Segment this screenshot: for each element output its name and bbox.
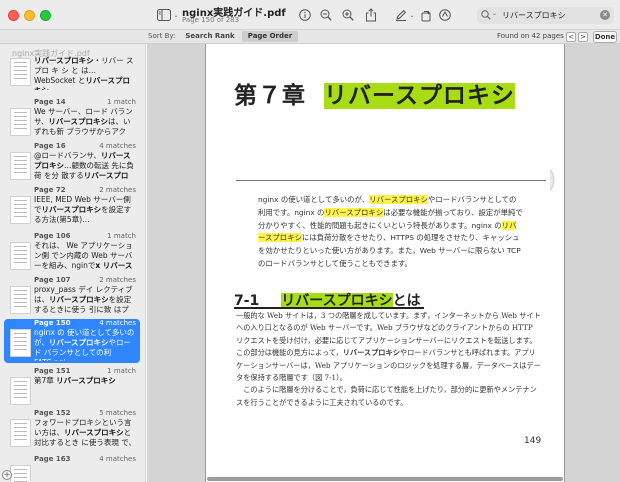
result-snippet: フォワードプロキシという言い方は、リバースプロキシと対比するとき に使う表現 で… xyxy=(34,418,136,447)
result-match-count: 5 matches xyxy=(99,409,136,417)
result-match-count: 2 matches xyxy=(99,186,136,194)
result-match-count: 2 matches xyxy=(99,276,136,284)
result-page-label: Page 14 xyxy=(34,98,66,106)
search-field[interactable]: ⌄ ✕ xyxy=(477,7,614,24)
result-page-label: Page 150 xyxy=(34,319,71,327)
page-thumbnail xyxy=(10,152,31,180)
clear-search-icon[interactable]: ✕ xyxy=(600,10,610,20)
chevron-down-icon[interactable]: ⌄ xyxy=(492,10,497,17)
page-curl-shadow xyxy=(550,169,555,191)
markup-toolbar-icon[interactable] xyxy=(438,7,452,23)
search-result-item[interactable]: Page 150 4 matches nginx の 使い道として多いのが、リバース… xyxy=(4,319,140,363)
minimize-window-button[interactable] xyxy=(24,10,35,21)
search-result-item[interactable]: Page 72 2 matches IEEE, MED Web サーバー側でリバース… xyxy=(4,186,140,226)
result-match-count: 1 match xyxy=(107,367,136,375)
result-page-label: Page 163 xyxy=(34,455,71,463)
result-snippet: 第7章 リバースプロキシ xyxy=(34,376,116,385)
page-thumbnail xyxy=(10,58,31,86)
share-icon[interactable] xyxy=(364,7,378,23)
info-icon[interactable] xyxy=(298,7,312,23)
result-snippet: proxy_pass デイ レクティブ は、リバースプロキシを設定するときに使う… xyxy=(34,285,133,314)
zoom-window-button[interactable] xyxy=(40,10,51,21)
result-snippet: We サーバー、ロード バランサ、リバースプロキシは、いずれも新 ブラウザからア… xyxy=(34,107,133,136)
search-result-item[interactable]: Page 106 1 match それは、 We アプリケーション側 でン内蔵の W… xyxy=(4,232,140,272)
done-button[interactable]: Done xyxy=(593,31,617,43)
result-match-count: 1 match xyxy=(107,98,136,106)
close-window-button[interactable] xyxy=(8,10,19,21)
chapter-number: 第７章 xyxy=(234,83,306,109)
result-match-count: 4 matches xyxy=(99,319,136,327)
search-result-item[interactable]: Page 14 1 match We サーバー、ロード バランサ、リバースプロキシは… xyxy=(4,98,140,138)
pdf-page: 第７章 リバースプロキシ nginx の使い道として多いのが、リバースプロキシや… xyxy=(205,44,565,482)
result-snippet: リバースプロキシ・リバー ス プロ キ シ と は…WebSocket とリバー… xyxy=(34,56,134,90)
rotate-icon[interactable] xyxy=(419,7,433,23)
search-options-bar: Sort By: Search Rank Page Order Found on… xyxy=(0,30,620,44)
page-thumbnail xyxy=(10,242,31,270)
page-thumbnail xyxy=(10,329,31,357)
result-page-label: Page 107 xyxy=(34,276,71,284)
result-page-label: Page 16 xyxy=(34,142,66,150)
chevron-down-icon[interactable]: ⌄ xyxy=(172,7,180,23)
page-indicator: Page 150 of 283 xyxy=(182,16,240,24)
chevron-down-icon[interactable]: ⌄ xyxy=(408,7,416,23)
result-snippet: それは、 We アプリケーション側 でン内蔵の Web サーバーを組み、ngin… xyxy=(34,241,133,270)
search-result-item[interactable]: Page 16 4 matches @ロードバランサ、リバース プロキシ…顧数の転送… xyxy=(4,142,140,182)
result-snippet: @ロードバランサ、リバース プロキシ…顧数の転送 先に負荷 を分 散するリバース… xyxy=(34,151,134,180)
page-thumbnail xyxy=(10,465,31,482)
divider xyxy=(236,180,546,181)
page-thumbnail xyxy=(10,419,31,447)
body-paragraph: 一般的な Web サイトは，3 つの階層を成しています。まず，インターネットから… xyxy=(236,311,541,407)
window-toolbar: ⌄ nginx実践ガイド.pdf Page 150 of 283 ⌄ ⌄ ✕ xyxy=(0,0,620,30)
search-rank-button[interactable]: Search Rank xyxy=(180,31,240,42)
search-highlight: リバースプロキシ xyxy=(324,83,515,109)
previous-result-button[interactable]: < xyxy=(566,32,576,42)
zoom-out-icon[interactable] xyxy=(319,7,333,23)
result-page-label: Page 106 xyxy=(34,232,71,240)
result-snippet: IEEE, MED Web サーバー側でリバースプロキシを設定する方法(第5章)… xyxy=(34,195,132,224)
search-result-item[interactable]: Page 163 4 matches xyxy=(4,455,140,482)
result-match-count: 4 matches xyxy=(99,142,136,150)
page-thumbnail xyxy=(10,108,31,136)
result-page-label: Page 151 xyxy=(34,367,71,375)
result-page-label: Page 72 xyxy=(34,186,66,194)
result-match-count: 4 matches xyxy=(99,455,136,463)
page-thumbnail xyxy=(10,377,31,405)
page-thumbnail xyxy=(10,196,31,224)
page-order-button[interactable]: Page Order xyxy=(242,31,298,42)
search-result-item[interactable]: Page 107 2 matches proxy_pass デイ レクティブ は、リ… xyxy=(4,276,140,316)
result-match-count: 1 match xyxy=(107,232,136,240)
page-number: 149 xyxy=(524,436,542,446)
search-results-sidebar: nginx実践ガイド.pdf リバースプロキシ・リバー ス プロ キ シ と は… xyxy=(0,44,146,482)
intro-paragraph: nginx の使い道として多いのが、リバースプロキシやロードバランサとしての利用… xyxy=(258,195,523,268)
page-thumbnail xyxy=(10,286,31,314)
result-page-label: Page 152 xyxy=(34,409,71,417)
markup-pen-icon[interactable] xyxy=(394,7,408,23)
document-view[interactable]: 第７章 リバースプロキシ nginx の使い道として多いのが、リバースプロキシや… xyxy=(147,44,620,482)
next-result-button[interactable]: > xyxy=(578,32,588,42)
sort-by-label: Sort By: xyxy=(148,32,176,40)
horizontal-scrollbar[interactable] xyxy=(147,476,620,482)
result-snippet: nginx の 使い道として多いのが、リバースプロキシやロード バランサとしての… xyxy=(34,328,135,361)
search-result-item[interactable]: Page 151 1 match 第7章 リバースプロキシ xyxy=(4,367,140,405)
zoom-in-icon[interactable] xyxy=(341,7,355,23)
chapter-heading: 第７章 リバースプロキシ xyxy=(234,76,515,110)
search-icon xyxy=(481,10,491,23)
result-snippet xyxy=(34,464,136,477)
search-input[interactable] xyxy=(502,8,592,23)
add-icon[interactable]: + xyxy=(2,470,12,480)
section-underline xyxy=(234,307,424,309)
search-result-item[interactable]: リバースプロキシ・リバー ス プロ キ シ と は…WebSocket とリバー… xyxy=(4,56,140,92)
search-result-item[interactable]: Page 152 5 matches フォワードプロキシという言い方は、リバースプロ… xyxy=(4,409,140,449)
sidebar-toggle-icon[interactable] xyxy=(156,7,172,23)
found-count-text: Found on 42 pages xyxy=(497,32,564,40)
